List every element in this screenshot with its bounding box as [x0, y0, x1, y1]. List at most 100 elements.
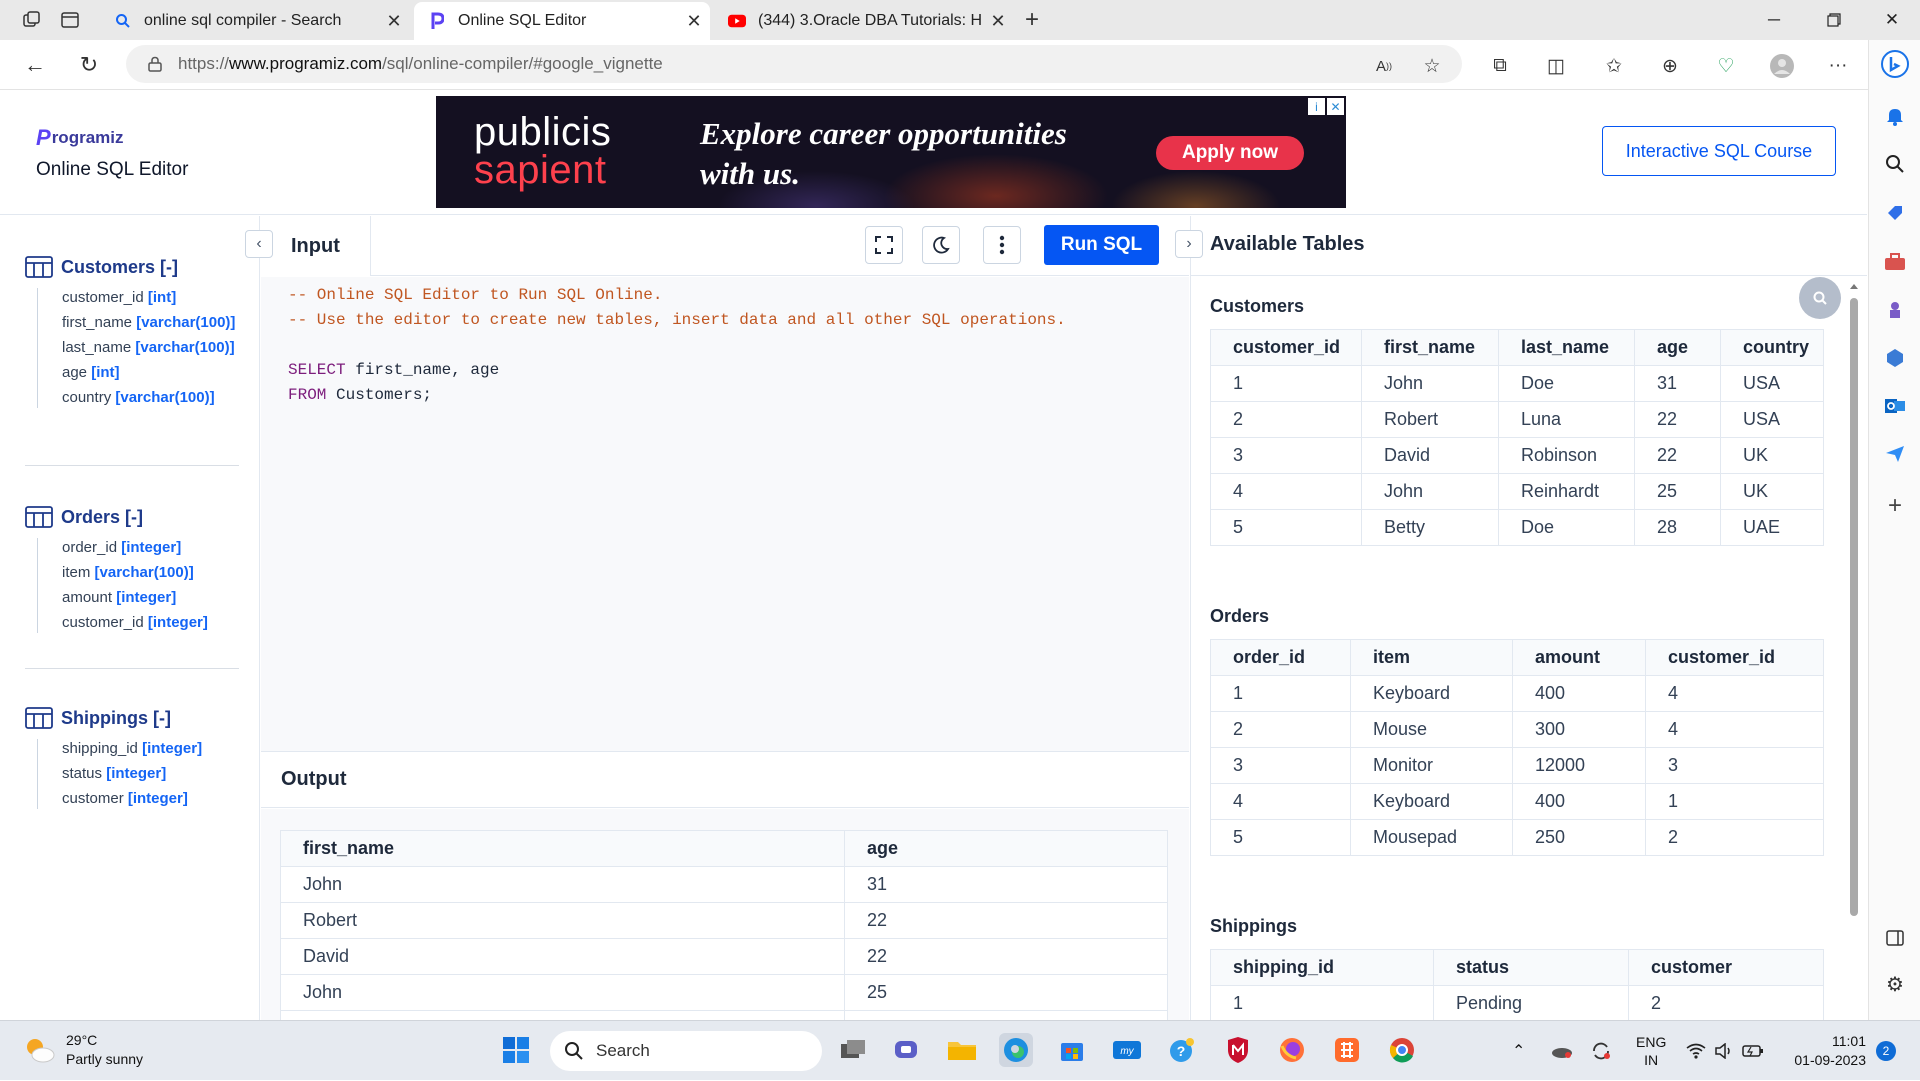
- advertisement-banner[interactable]: publicis sapient Explore career opportun…: [436, 96, 1346, 208]
- scrollbar-thumb[interactable]: [1850, 298, 1858, 916]
- table-cell: David: [1361, 437, 1499, 474]
- onedrive-icon[interactable]: [1550, 1021, 1574, 1081]
- weather-widget[interactable]: 29°C Partly sunny: [22, 1031, 143, 1069]
- table-cell: 28: [1634, 509, 1721, 546]
- schema-column: amount [integer]: [62, 589, 177, 606]
- minimize-icon[interactable]: ─: [1746, 0, 1802, 40]
- myhp-icon[interactable]: my: [1110, 1033, 1144, 1067]
- workspaces-icon[interactable]: [20, 8, 44, 32]
- chrome-icon[interactable]: [1385, 1033, 1419, 1067]
- more-menu-icon[interactable]: ···: [1824, 52, 1852, 80]
- search-label: Search: [596, 1041, 650, 1060]
- tab-online-sql-editor[interactable]: Online SQL Editor ✕: [414, 2, 710, 40]
- close-tab-icon[interactable]: ✕: [378, 11, 410, 32]
- browser-essentials-icon[interactable]: ♡: [1712, 52, 1740, 80]
- settings-gear-icon[interactable]: ⚙: [1881, 970, 1909, 998]
- table-cell: Keyboard: [1350, 675, 1513, 712]
- tab-youtube[interactable]: (344) 3.Oracle DBA Tutorials: Ho ✕: [714, 2, 1014, 40]
- table-row: 4 John Reinhardt 25 UK: [1210, 473, 1824, 510]
- notifications-icon[interactable]: [1881, 102, 1909, 130]
- add-icon[interactable]: +: [1881, 492, 1909, 520]
- schema-table-header[interactable]: Customers [-]: [25, 254, 262, 280]
- games-icon[interactable]: [1881, 296, 1909, 324]
- close-window-icon[interactable]: ✕: [1864, 0, 1920, 40]
- restore-icon[interactable]: [1806, 0, 1862, 40]
- collections-icon[interactable]: ⊕: [1656, 52, 1684, 80]
- tab-actions-icon[interactable]: [58, 8, 82, 32]
- schema-table-header[interactable]: Shippings [-]: [25, 705, 242, 731]
- expand-panel-icon[interactable]: ›: [1175, 230, 1203, 258]
- favorite-star-icon[interactable]: ☆: [1418, 52, 1446, 80]
- search-icon[interactable]: [1881, 150, 1909, 178]
- table-cell: 5: [1210, 509, 1362, 546]
- collapse-left-panel-icon[interactable]: ‹: [245, 230, 273, 258]
- split-screen-icon[interactable]: ◫: [1542, 52, 1570, 80]
- microsoft-store-icon[interactable]: [1055, 1033, 1089, 1067]
- sql-code-editor[interactable]: -- Online SQL Editor to Run SQL Online. -…: [261, 277, 1189, 751]
- volume-icon[interactable]: [1714, 1021, 1734, 1081]
- windows-start-icon[interactable]: [499, 1033, 533, 1067]
- table-cell: 4: [1645, 675, 1824, 712]
- column-header: shipping_id: [1210, 949, 1434, 986]
- table-cell: 4: [1645, 711, 1824, 748]
- programiz-logo[interactable]: Programiz: [36, 125, 123, 151]
- run-sql-button[interactable]: Run SQL: [1044, 225, 1159, 265]
- table-icon: [25, 707, 53, 729]
- ad-apply-button[interactable]: Apply now: [1156, 136, 1304, 170]
- input-tab[interactable]: Input: [261, 216, 371, 276]
- teams-chat-icon[interactable]: [890, 1033, 924, 1067]
- shopping-icon[interactable]: [1881, 200, 1909, 228]
- language-indicator[interactable]: ENG IN: [1636, 1021, 1666, 1081]
- microsoft-365-icon[interactable]: [1881, 344, 1909, 372]
- send-icon[interactable]: [1881, 440, 1909, 468]
- new-tab-icon[interactable]: +: [1020, 6, 1044, 33]
- refresh-icon[interactable]: ↻: [76, 52, 102, 78]
- help-icon[interactable]: ?: [1165, 1033, 1199, 1067]
- close-tab-icon[interactable]: ✕: [982, 11, 1014, 32]
- back-icon[interactable]: ←: [22, 52, 48, 78]
- mcafee-icon[interactable]: [1221, 1033, 1255, 1067]
- table-header-row: order_id item amount customer_id: [1210, 639, 1824, 676]
- notification-badge[interactable]: 2: [1876, 1021, 1896, 1081]
- favorites-icon[interactable]: ✩: [1600, 52, 1628, 80]
- table-name-orders: Orders: [1210, 606, 1270, 626]
- task-view-icon[interactable]: [836, 1033, 870, 1067]
- code-lines: -- Online SQL Editor to Run SQL Online. -…: [288, 283, 1066, 408]
- url-field[interactable]: https://www.programiz.com/sql/online-com…: [126, 45, 1462, 83]
- file-explorer-icon[interactable]: [945, 1033, 979, 1067]
- interactive-sql-course-button[interactable]: Interactive SQL Course: [1602, 126, 1836, 176]
- firefox-icon[interactable]: [1275, 1033, 1309, 1067]
- more-options-icon[interactable]: [983, 226, 1021, 264]
- app-icon[interactable]: [1330, 1033, 1364, 1067]
- wifi-icon[interactable]: [1686, 1021, 1706, 1081]
- read-aloud-icon[interactable]: A)): [1370, 52, 1398, 80]
- sidebar-toggle-icon[interactable]: [1881, 924, 1909, 952]
- column-header: status: [1433, 949, 1629, 986]
- close-tab-icon[interactable]: ✕: [678, 11, 710, 32]
- table-row: 2 Robert Luna 22 USA: [1210, 401, 1824, 438]
- tab-title: online sql compiler - Search: [144, 12, 342, 29]
- table-icon: [25, 256, 53, 278]
- table-row: John 25: [280, 974, 1168, 1011]
- outlook-icon[interactable]: [1881, 392, 1909, 420]
- search-fab-icon[interactable]: [1799, 277, 1841, 319]
- sync-icon[interactable]: [1590, 1021, 1612, 1081]
- table-cell: Robinson: [1498, 437, 1635, 474]
- profile-avatar[interactable]: [1768, 52, 1796, 80]
- battery-icon[interactable]: [1742, 1021, 1764, 1081]
- table-header-row: customer_id first_name last_name age cou…: [1210, 329, 1824, 366]
- copilot-icon[interactable]: [1881, 50, 1909, 78]
- schema-table-header[interactable]: Orders [-]: [25, 504, 242, 530]
- extensions-icon[interactable]: ⧉: [1486, 52, 1514, 80]
- show-hidden-icons-chevron-icon[interactable]: ⌃: [1512, 1021, 1525, 1081]
- ad-info-icon[interactable]: i: [1308, 98, 1325, 115]
- table-cell: 4: [1210, 783, 1351, 820]
- dark-mode-moon-icon[interactable]: [922, 226, 960, 264]
- taskbar-search[interactable]: Search: [550, 1031, 822, 1071]
- fullscreen-icon[interactable]: [865, 226, 903, 264]
- clock[interactable]: 11:01 01-09-2023: [1784, 1021, 1866, 1081]
- ad-close-icon[interactable]: ✕: [1327, 98, 1344, 115]
- edge-browser-icon[interactable]: [999, 1033, 1033, 1067]
- tab-search[interactable]: online sql compiler - Search ✕: [100, 2, 410, 40]
- tools-icon[interactable]: [1881, 248, 1909, 276]
